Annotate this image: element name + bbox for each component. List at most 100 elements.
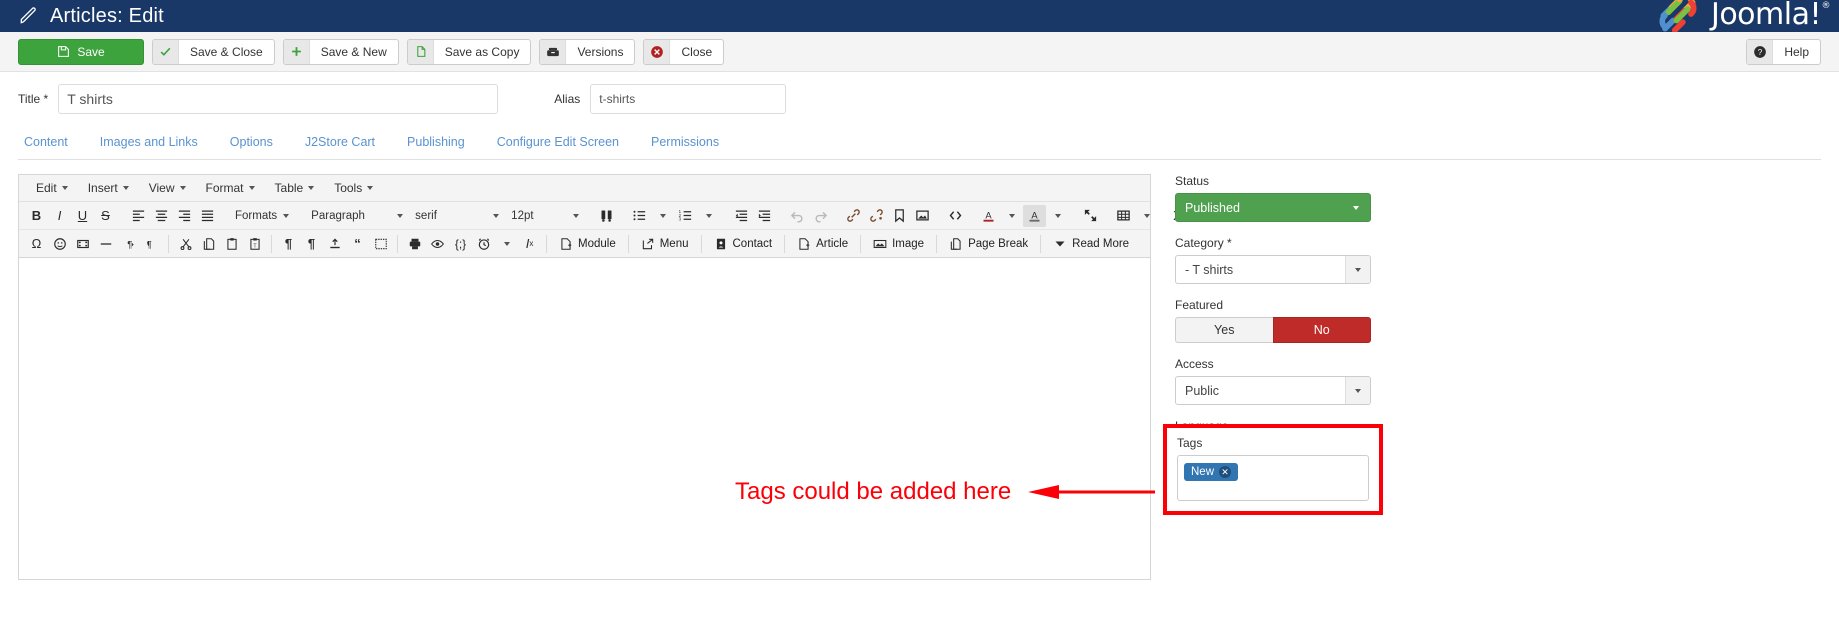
tab-configure-edit-screen[interactable]: Configure Edit Screen: [481, 129, 635, 159]
blockquote-icon[interactable]: “: [346, 233, 369, 255]
italic-icon[interactable]: I: [48, 205, 71, 227]
remove-format-icon[interactable]: Ix: [518, 233, 541, 255]
menu-tools[interactable]: Tools: [325, 178, 382, 198]
insert-datetime-dropdown[interactable]: [495, 233, 518, 255]
bullet-list-dropdown[interactable]: [651, 205, 674, 227]
status-select[interactable]: Published: [1175, 193, 1371, 222]
save-close-button[interactable]: Save & Close: [152, 39, 275, 65]
featured-no-button[interactable]: No: [1273, 317, 1372, 343]
copy-icon[interactable]: [197, 233, 220, 255]
outdent-icon[interactable]: [730, 205, 753, 227]
paragraph-mark-icon[interactable]: ¶: [300, 233, 323, 255]
tab-publishing[interactable]: Publishing: [391, 129, 481, 159]
menu-view[interactable]: View: [140, 178, 195, 198]
background-color-icon[interactable]: A: [1023, 205, 1046, 227]
insert-image-button[interactable]: Image: [866, 233, 931, 255]
fontfamily-dropdown[interactable]: serif: [409, 205, 505, 227]
source-code-icon[interactable]: [944, 205, 967, 227]
featured-yes-button[interactable]: Yes: [1175, 317, 1273, 343]
tab-permissions[interactable]: Permissions: [635, 129, 735, 159]
anchor-icon[interactable]: [888, 205, 911, 227]
save-as-copy-button[interactable]: Save as Copy: [407, 39, 532, 65]
insert-read-more-button[interactable]: Read More: [1046, 233, 1136, 255]
undo-icon[interactable]: [786, 205, 809, 227]
numbered-list-icon[interactable]: 123: [674, 205, 697, 227]
insert-article-button[interactable]: Article: [790, 233, 855, 255]
rtl-icon[interactable]: ¶: [140, 233, 163, 255]
insert-menu-button[interactable]: Menu: [634, 233, 696, 255]
underline-icon[interactable]: U: [71, 205, 94, 227]
save-button[interactable]: Save: [18, 39, 144, 65]
versions-button[interactable]: Versions: [539, 39, 635, 65]
chevron-down-icon: [397, 214, 403, 218]
cut-icon[interactable]: [174, 233, 197, 255]
category-select[interactable]: - T shirts: [1175, 255, 1371, 284]
bullet-list-icon[interactable]: [628, 205, 651, 227]
redo-icon[interactable]: [809, 205, 832, 227]
background-color-dropdown[interactable]: [1046, 205, 1069, 227]
menu-edit[interactable]: Edit: [27, 178, 77, 198]
menu-format-label: Format: [206, 181, 244, 195]
align-justify-icon[interactable]: [196, 205, 219, 227]
formats-dropdown[interactable]: Formats: [229, 205, 295, 227]
insert-contact-label: Contact: [733, 238, 773, 250]
close-icon[interactable]: ✕: [1219, 466, 1231, 478]
table-dropdown[interactable]: [1135, 205, 1158, 227]
unlink-icon[interactable]: [865, 205, 888, 227]
menu-insert[interactable]: Insert: [79, 178, 138, 198]
tab-options[interactable]: Options: [214, 129, 289, 159]
align-center-icon[interactable]: [150, 205, 173, 227]
access-select[interactable]: Public: [1175, 376, 1371, 405]
insert-contact-button[interactable]: Contact: [707, 233, 780, 255]
status-value: Published: [1185, 201, 1240, 215]
chevron-down-icon: [308, 186, 314, 190]
print-icon[interactable]: [403, 233, 426, 255]
ltr-icon[interactable]: ¶: [117, 233, 140, 255]
show-invisible-characters-icon[interactable]: ¶: [277, 233, 300, 255]
text-color-dropdown[interactable]: [1000, 205, 1023, 227]
tab-content[interactable]: Content: [18, 129, 84, 159]
template-icon[interactable]: [369, 233, 392, 255]
emoticon-icon[interactable]: [48, 233, 71, 255]
paste-icon[interactable]: [220, 233, 243, 255]
paste-as-text-icon[interactable]: T: [243, 233, 266, 255]
special-character-icon[interactable]: Ω: [25, 233, 48, 255]
alias-input[interactable]: [590, 84, 786, 114]
insert-module-button[interactable]: Module: [552, 233, 623, 255]
upload-icon[interactable]: [323, 233, 346, 255]
close-button[interactable]: Close: [643, 39, 724, 65]
search-replace-icon[interactable]: [595, 205, 618, 227]
tags-input[interactable]: New ✕: [1177, 455, 1369, 501]
help-button[interactable]: ? Help: [1746, 39, 1821, 65]
numbered-list-dropdown[interactable]: [697, 205, 720, 227]
indent-icon[interactable]: [753, 205, 776, 227]
chevron-down-icon: [1345, 256, 1370, 283]
preview-icon[interactable]: [426, 233, 449, 255]
tag-chip-new[interactable]: New ✕: [1184, 463, 1238, 481]
horizontal-rule-icon[interactable]: [94, 233, 117, 255]
insert-datetime-icon[interactable]: [472, 233, 495, 255]
insert-media-icon[interactable]: [71, 233, 94, 255]
chevron-down-icon: [573, 214, 579, 218]
bold-icon[interactable]: B: [25, 205, 48, 227]
save-new-button[interactable]: Save & New: [283, 39, 399, 65]
align-right-icon[interactable]: [173, 205, 196, 227]
tab-j2store-cart[interactable]: J2Store Cart: [289, 129, 391, 159]
fullscreen-icon[interactable]: [1079, 205, 1102, 227]
code-sample-icon[interactable]: {;}: [449, 233, 472, 255]
link-icon[interactable]: [842, 205, 865, 227]
menu-format[interactable]: Format: [197, 178, 264, 198]
title-input[interactable]: [58, 84, 498, 114]
strikethrough-icon[interactable]: S: [94, 205, 117, 227]
tab-images-and-links[interactable]: Images and Links: [84, 129, 214, 159]
table-icon[interactable]: [1112, 205, 1135, 227]
menu-table[interactable]: Table: [266, 178, 324, 198]
text-color-icon[interactable]: A: [977, 205, 1000, 227]
paragraph-dropdown[interactable]: Paragraph: [305, 205, 409, 227]
editor-content-area[interactable]: [19, 258, 1150, 579]
edit-tabs: Content Images and Links Options J2Store…: [18, 124, 1821, 160]
insert-page-break-button[interactable]: Page Break: [942, 233, 1035, 255]
align-left-icon[interactable]: [127, 205, 150, 227]
insert-image-icon[interactable]: [911, 205, 934, 227]
fontsize-dropdown[interactable]: 12pt: [505, 205, 585, 227]
